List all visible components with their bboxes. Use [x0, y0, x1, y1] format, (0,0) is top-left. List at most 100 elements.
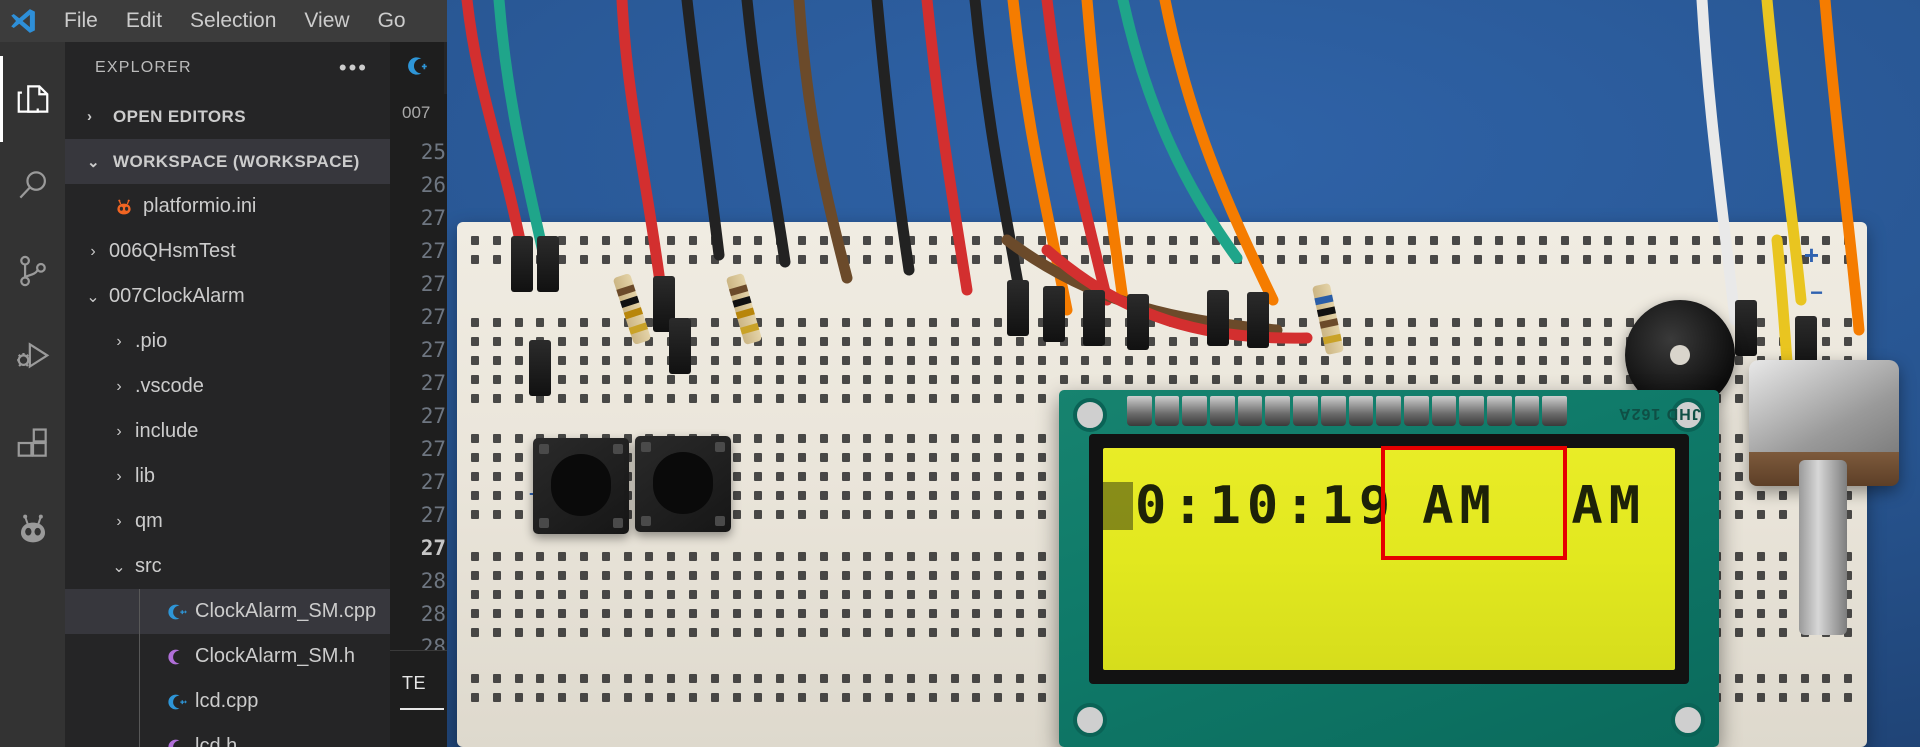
line-number: 27 [420, 437, 446, 461]
c-header-icon [159, 735, 193, 747]
dupont-connector [1083, 290, 1105, 346]
tree-item-006qhsmtest[interactable]: › 006QHsmTest [65, 229, 390, 274]
menu-bar[interactable]: File Edit Selection View Go [50, 9, 420, 33]
breadboard-hole-row [471, 255, 1853, 265]
menu-item-view[interactable]: View [290, 9, 363, 33]
lcd-pin-header [1127, 396, 1567, 426]
tactile-button-right[interactable] [635, 436, 731, 532]
tree-item-src[interactable]: ⌄ src [65, 544, 390, 589]
tree-item-label: include [135, 420, 199, 442]
tree-item-vscode[interactable]: › .vscode [65, 364, 390, 409]
menu-item-selection[interactable]: Selection [176, 9, 290, 33]
dupont-connector [1127, 294, 1149, 350]
tree-item-lcd-cpp[interactable]: lcd.cpp [65, 679, 390, 724]
section-workspace[interactable]: ⌄ WORKSPACE (WORKSPACE) [65, 139, 390, 184]
explorer-header: EXPLORER ••• [65, 42, 390, 94]
lcd-mount-hole [1073, 398, 1107, 432]
c-header-icon [159, 645, 193, 669]
line-number: 27 [420, 338, 446, 362]
more-actions-icon[interactable]: ••• [339, 57, 368, 79]
chevron-right-icon[interactable]: › [105, 513, 133, 531]
tree-item-label: 007ClockAlarm [109, 285, 245, 307]
tree-item-platformio-ini[interactable]: platformio.ini [65, 184, 390, 229]
screenshot-root: File Edit Selection View Go EXPLORER •••… [0, 0, 1920, 747]
tree-item-label: qm [135, 510, 163, 532]
potentiometer-shaft[interactable] [1799, 460, 1847, 635]
breadcrumb[interactable]: 007 [390, 94, 455, 132]
am-pm-highlight-box [1381, 446, 1567, 560]
section-workspace-label: WORKSPACE (WORKSPACE) [113, 151, 360, 171]
explorer-sidebar: EXPLORER ••• › OPEN EDITORS ⌄ WORKSPACE … [65, 42, 390, 747]
activity-item-platformio[interactable] [0, 486, 65, 572]
chevron-down-icon[interactable]: ⌄ [79, 287, 107, 307]
indent-guide [139, 634, 140, 679]
menu-item-go[interactable]: Go [364, 9, 420, 33]
tree-item-label: ClockAlarm_SM.h [195, 645, 356, 667]
rail-plus-marking: + [1803, 240, 1819, 270]
vscode-window: File Edit Selection View Go EXPLORER •••… [0, 0, 455, 747]
chevron-right-icon[interactable]: › [105, 378, 133, 396]
menu-item-file[interactable]: File [50, 9, 112, 33]
tree-item-qm[interactable]: › qm [65, 499, 390, 544]
dupont-connector [669, 318, 691, 374]
activity-item-run-and-debug[interactable] [0, 314, 65, 400]
dupont-connector [1007, 280, 1029, 336]
platformio-ini-icon [107, 195, 141, 219]
line-number-gutter: 25 26 27 27 27 27 27 27 27 27 27 27 27 28 28 28 [390, 132, 455, 664]
vscode-logo-icon [6, 4, 40, 38]
chevron-down-icon[interactable]: ⌄ [105, 557, 133, 577]
rail-minus-marking: − [1810, 280, 1823, 305]
line-number: 28 [420, 602, 446, 626]
section-open-editors[interactable]: › OPEN EDITORS [65, 94, 390, 139]
tree-item-lcd-h[interactable]: lcd.h [65, 724, 390, 747]
tactile-button-left[interactable] [533, 438, 629, 534]
cpp-file-icon [159, 690, 193, 714]
platformio-alien-icon [13, 509, 53, 549]
lcd-cursor-block [1103, 482, 1133, 530]
line-number: 27 [420, 272, 446, 296]
editor-tab-active[interactable] [390, 42, 444, 95]
tree-item-pio[interactable]: › .pio [65, 319, 390, 364]
tree-item-label: lib [135, 465, 156, 487]
lcd-mount-hole [1073, 703, 1107, 737]
lcd-module-marking: JHD 162A [1618, 405, 1701, 422]
line-number: 27 [420, 239, 446, 263]
chevron-right-icon[interactable]: › [79, 243, 107, 261]
tree-item-label: lcd.cpp [195, 690, 259, 712]
activity-item-explorer[interactable] [0, 56, 65, 142]
activity-item-search[interactable] [0, 142, 65, 228]
dupont-connector [1207, 290, 1229, 346]
source-control-icon [14, 252, 52, 290]
bottom-panel: TE [390, 650, 455, 747]
title-bar: File Edit Selection View Go [0, 0, 455, 42]
tree-item-lib[interactable]: › lib [65, 454, 390, 499]
chevron-down-icon: ⌄ [87, 153, 100, 171]
file-tree: platformio.ini › 006QHsmTest ⌄ 007ClockAlarm… [65, 184, 390, 747]
indent-guide [139, 679, 140, 724]
activity-bar [0, 42, 65, 747]
line-number: 27 [420, 536, 446, 560]
tree-item-label: 006QHsmTest [109, 240, 236, 262]
tree-item-label: lcd.h [195, 735, 238, 747]
tree-item-clockalarm-sm-h[interactable]: ClockAlarm_SM.h [65, 634, 390, 679]
chevron-right-icon[interactable]: › [105, 333, 133, 351]
activity-item-extensions[interactable] [0, 400, 65, 486]
activity-item-source-control[interactable] [0, 228, 65, 314]
tree-item-clockalarm-sm-cpp[interactable]: ClockAlarm_SM.cpp [65, 589, 390, 634]
line-number: 27 [420, 404, 446, 428]
lcd-mount-hole [1671, 703, 1705, 737]
dupont-connector [1043, 286, 1065, 342]
chevron-right-icon[interactable]: › [105, 423, 133, 441]
tree-item-007clockalarm[interactable]: ⌄ 007ClockAlarm [65, 274, 390, 319]
line-number: 28 [420, 569, 446, 593]
chevron-right-icon: › [87, 108, 93, 125]
line-number: 27 [420, 371, 446, 395]
tree-item-label: ClockAlarm_SM.cpp [195, 600, 377, 622]
tree-item-include[interactable]: › include [65, 409, 390, 454]
panel-tab-terminal[interactable]: TE [390, 651, 455, 694]
menu-item-edit[interactable]: Edit [112, 9, 176, 33]
line-number: 27 [420, 470, 446, 494]
chevron-right-icon[interactable]: › [105, 468, 133, 486]
dupont-connector [1735, 300, 1757, 356]
line-number: 26 [420, 173, 446, 197]
